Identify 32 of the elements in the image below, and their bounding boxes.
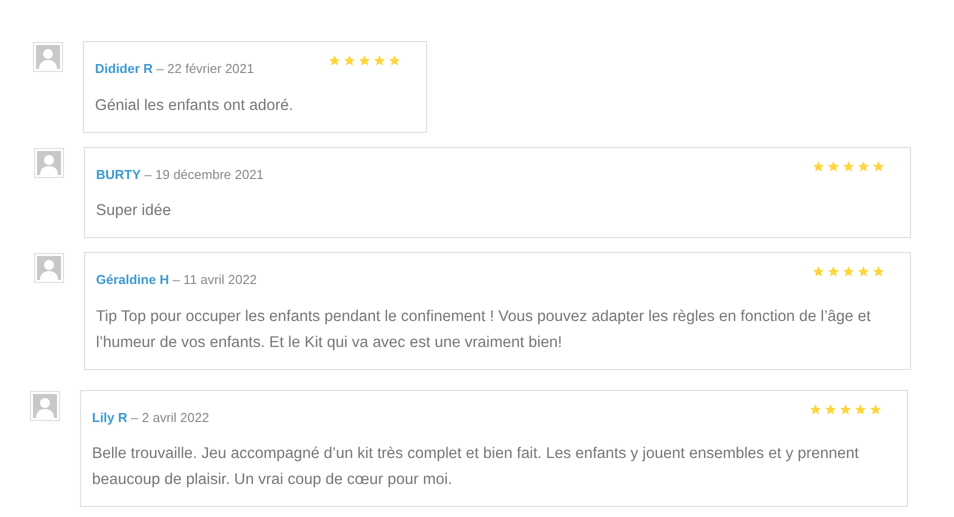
- star-icon: [343, 54, 356, 67]
- review-date: – 22 février 2021: [156, 61, 254, 76]
- star-icon: [812, 160, 825, 172]
- star-icon: [857, 265, 870, 278]
- star-icon: [373, 54, 386, 67]
- review-text: Génial les enfants ont adoré.: [95, 96, 294, 116]
- review-date: – 19 décembre 2021: [144, 166, 264, 182]
- star-icon: [824, 402, 837, 416]
- star-icon: [827, 160, 840, 172]
- review-text: Tip Top pour occuper les enfants pendant le confinement ! Vous pouvez adapter les règles en fonction de l’âge et l’humeur de vos enfants. Et le Kit qui va avec est une vraiment bien!: [96, 306, 872, 352]
- star-icon: [388, 54, 401, 67]
- author-name: Géraldine H: [96, 272, 169, 287]
- star-icon: [827, 265, 840, 278]
- star-icon: [842, 265, 855, 278]
- star-icon: [872, 265, 885, 278]
- review-date: – 11 avril 2022: [172, 272, 257, 287]
- review-text: Belle trouvaille. Jeu accompagné d’un kit très complet et bien fait. Les enfants y jouent ensembles et y prennent beaucoup de plaisir. Un vrai coup de cœur pour moi.: [92, 444, 860, 490]
- author-name: BURTY: [96, 166, 141, 182]
- star-icon: [842, 160, 855, 172]
- review-date: – 2 avril 2022: [131, 410, 210, 424]
- star-icon: [854, 402, 867, 416]
- star-icon: [857, 160, 870, 172]
- review-text: Super idée: [96, 201, 172, 221]
- star-icon: [809, 402, 822, 416]
- star-icon: [839, 402, 852, 416]
- star-icon: [812, 265, 825, 278]
- author-name: Lily R: [92, 410, 128, 424]
- star-icon: [869, 402, 882, 416]
- star-icon: [328, 54, 341, 67]
- star-icon: [872, 160, 885, 172]
- author-name: Didider R: [95, 61, 153, 76]
- star-icon: [358, 54, 371, 67]
